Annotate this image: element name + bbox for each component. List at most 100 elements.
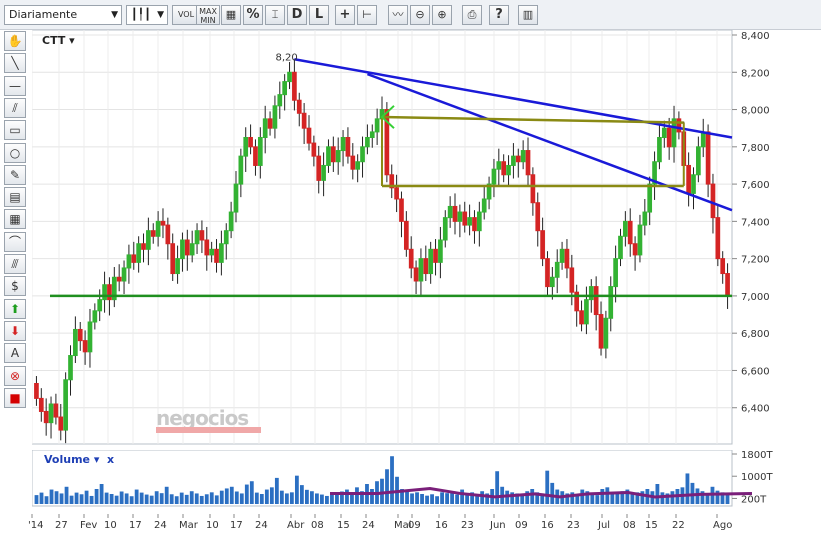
fibonacci-grid-tool[interactable]: ▦ [4, 209, 26, 230]
candle-body [491, 168, 497, 185]
line-button[interactable]: 〰 [388, 5, 408, 25]
book-button[interactable]: ▥ [518, 5, 538, 25]
candle-body [38, 397, 44, 412]
candle-body [277, 94, 283, 107]
horizontal-line-tool[interactable]: — [4, 75, 26, 96]
zoom-in-button[interactable]: ⊕ [432, 5, 452, 25]
candle-body [243, 137, 249, 157]
candle-body [569, 267, 575, 293]
y-tick-label: 8,400 [741, 31, 770, 42]
percent-button[interactable]: % [243, 5, 263, 25]
help-button[interactable]: ? [489, 5, 509, 25]
candle-body [559, 248, 565, 263]
color-swatch-tool[interactable]: ■ [4, 387, 26, 408]
volume-bar [79, 494, 84, 504]
volume-bar [169, 494, 174, 504]
volume-bar [129, 496, 134, 504]
candle-body [82, 340, 88, 353]
grid-button[interactable]: ▦ [221, 5, 241, 25]
candle-body [146, 230, 151, 250]
candle-body [511, 155, 516, 166]
candle-body [725, 273, 730, 297]
x-tick-label: 09 [408, 520, 421, 531]
crosshair-button[interactable]: + [335, 5, 355, 25]
candle-body [598, 314, 604, 349]
dollar-tool[interactable]: $ [4, 276, 26, 297]
print-button[interactable]: ⎙ [462, 5, 482, 25]
up-arrow-tool[interactable]: ⬆ [4, 298, 26, 319]
candle-body [535, 202, 541, 232]
candle-body [433, 248, 438, 263]
l-button[interactable]: L [309, 5, 329, 25]
parallel-lines-tool[interactable]: ⫽ [4, 97, 26, 118]
maxmin-button[interactable]: MAX MIN [196, 5, 220, 25]
candle-body [720, 258, 726, 275]
zoom-out-icon: ⊖ [415, 8, 425, 21]
close-icon[interactable]: x [107, 453, 114, 466]
y-tick-label: 8,000 [741, 106, 770, 117]
candle-body [53, 403, 59, 418]
volume-bar [74, 492, 79, 504]
volume-bar [370, 489, 374, 504]
x-tick-label: 24 [362, 520, 375, 531]
x-tick-label: 15 [645, 520, 658, 531]
candle-body [423, 258, 429, 275]
volume-bar [580, 489, 585, 504]
candle-body [107, 284, 112, 301]
zoom-out-button[interactable]: ⊖ [410, 5, 430, 25]
volume-bar [44, 496, 49, 504]
channel-tool[interactable]: ⫻ [4, 254, 26, 274]
candle-body [428, 248, 434, 275]
volume-bar [139, 492, 144, 504]
candle-body [272, 105, 278, 129]
symbol-label[interactable]: CTT ▾ [42, 34, 75, 47]
volume-title-text: Volume [44, 453, 90, 466]
candle-body [476, 211, 482, 232]
chevron-down-icon: ▼ [111, 10, 118, 20]
candle-body [58, 416, 64, 431]
candle-body [204, 239, 210, 256]
cursor-button[interactable]: ⊢ [357, 5, 377, 25]
down-arrow-tool[interactable]: ⬇ [4, 320, 26, 341]
volume-bar [89, 495, 94, 504]
candle-body [301, 112, 307, 129]
circle-tool[interactable]: ○ [4, 142, 26, 163]
volume-bar [655, 484, 660, 504]
volume-y-tick-label: 200T [741, 494, 767, 505]
candle-body [686, 164, 691, 194]
compare-button[interactable]: ⌶ [265, 5, 285, 25]
candle-body [588, 286, 594, 301]
candle-body [705, 131, 711, 185]
chart-type-select[interactable]: ┃╿┃ ▼ [126, 5, 168, 25]
candle-body [647, 183, 653, 213]
candle-body [413, 267, 419, 282]
candle-body [102, 284, 107, 301]
y-tick-label: 6,400 [741, 404, 770, 415]
volume-bar [630, 493, 635, 504]
d-button[interactable]: D [287, 5, 307, 25]
candle-body [608, 286, 614, 319]
hand-tool[interactable]: ✋ [4, 31, 26, 51]
arc-tool[interactable]: ⌒ [4, 231, 26, 252]
volume-bar [390, 456, 394, 504]
diagonal-line-tool[interactable]: ╲ [4, 53, 26, 74]
candle-body [501, 161, 507, 176]
circle-icon: ○ [9, 145, 21, 160]
fibonacci-grid-icon: ▦ [9, 212, 21, 227]
candle-body [321, 164, 326, 181]
candle-body [691, 174, 696, 194]
x-tick-label: 08 [311, 520, 324, 531]
fibonacci-tool[interactable]: ▤ [4, 187, 26, 208]
x-tick-label: 23 [461, 520, 474, 531]
delete-tool[interactable]: ⊗ [4, 365, 26, 386]
volume-title[interactable]: Volume ▾ x [44, 453, 114, 466]
pencil-tool[interactable]: ✎ [4, 164, 26, 185]
y-tick-label: 7,000 [741, 292, 770, 303]
rectangle-tool[interactable]: ▭ [4, 120, 26, 141]
rectangle-icon: ▭ [9, 123, 21, 138]
period-select[interactable]: Diariamente ▼ [4, 5, 122, 25]
volume-bar [99, 484, 104, 504]
volume-bar [124, 493, 129, 504]
text-tool[interactable]: A [4, 343, 26, 364]
fibonacci-icon: ▤ [9, 190, 21, 205]
